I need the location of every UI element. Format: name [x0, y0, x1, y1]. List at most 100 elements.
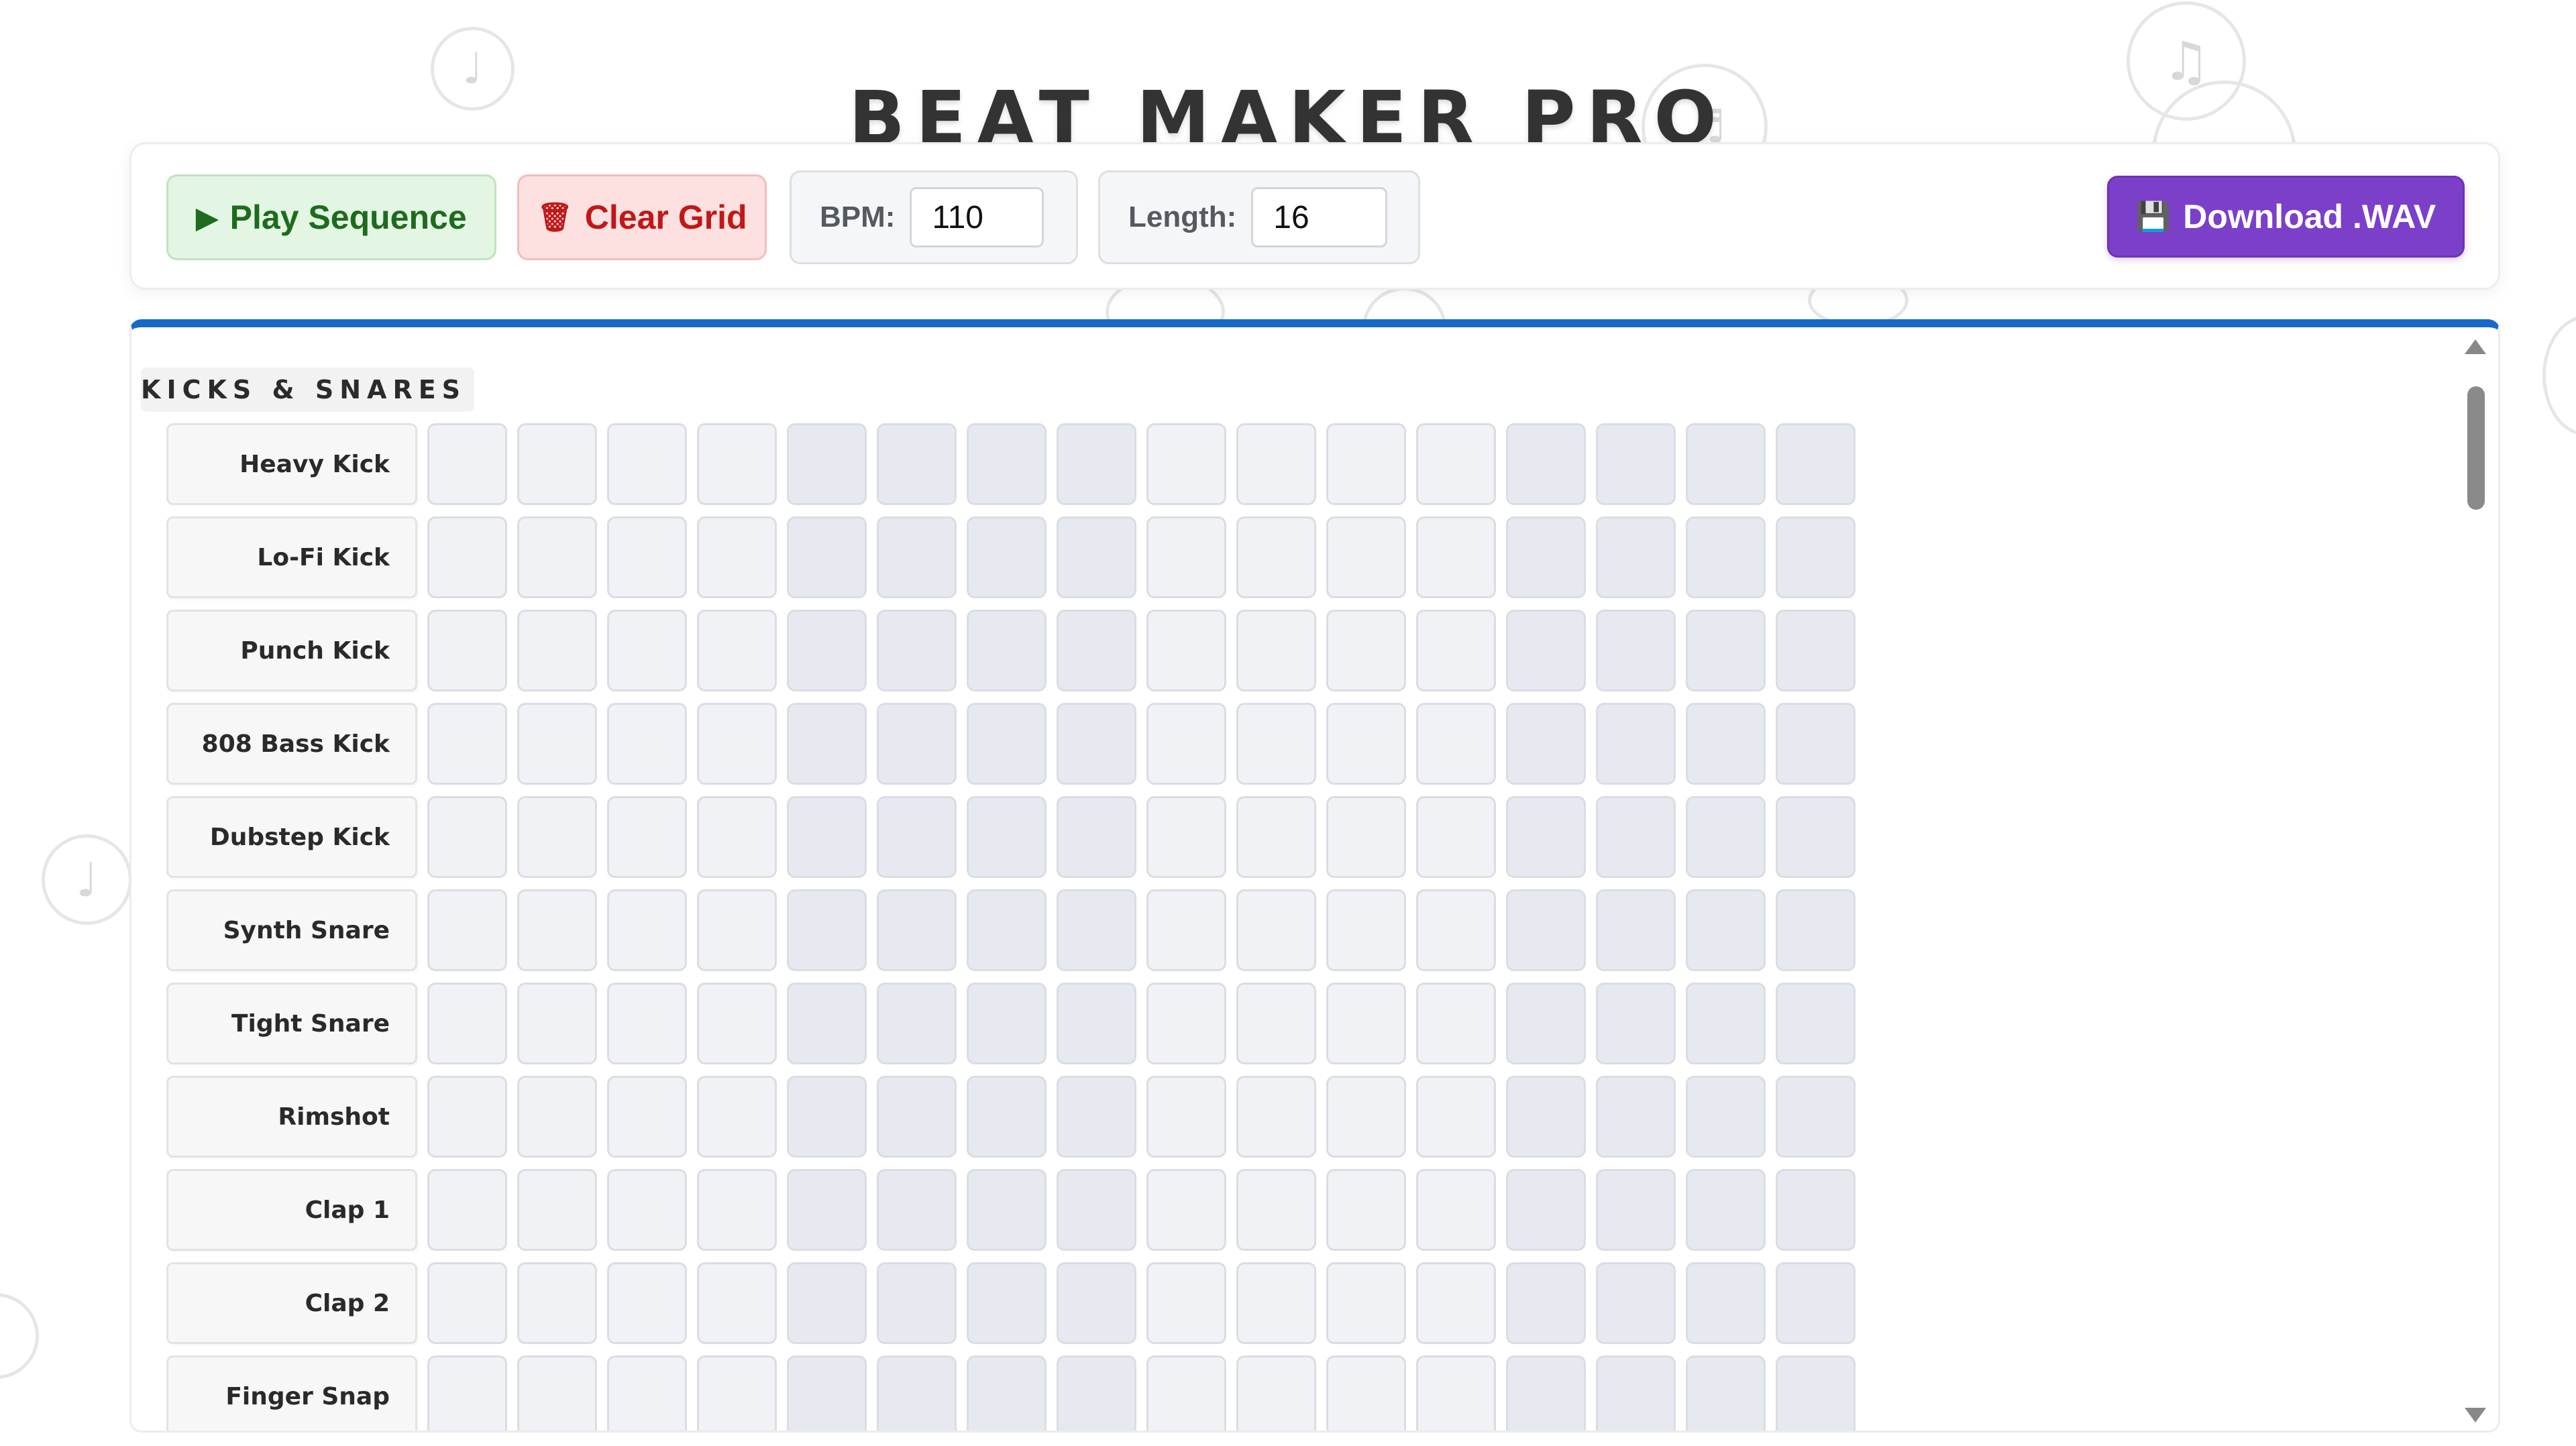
step-cell[interactable]: [697, 1355, 777, 1431]
step-cell[interactable]: [697, 703, 777, 785]
step-cell[interactable]: [787, 983, 867, 1064]
step-cell[interactable]: [607, 610, 687, 691]
step-cell[interactable]: [1146, 796, 1226, 878]
step-cell[interactable]: [1416, 1262, 1496, 1344]
step-cell[interactable]: [427, 1076, 507, 1158]
step-cell[interactable]: [787, 703, 867, 785]
scroll-thumb[interactable]: [2467, 386, 2485, 510]
step-cell[interactable]: [1326, 423, 1406, 505]
step-cell[interactable]: [607, 1262, 687, 1344]
step-cell[interactable]: [517, 796, 597, 878]
step-cell[interactable]: [1596, 796, 1676, 878]
step-cell[interactable]: [967, 796, 1046, 878]
step-cell[interactable]: [1326, 796, 1406, 878]
step-cell[interactable]: [1146, 1076, 1226, 1158]
step-cell[interactable]: [1506, 423, 1586, 505]
step-cell[interactable]: [1057, 1076, 1136, 1158]
step-cell[interactable]: [517, 983, 597, 1064]
step-cell[interactable]: [877, 1076, 957, 1158]
step-cell[interactable]: [697, 423, 777, 505]
step-cell[interactable]: [967, 1076, 1046, 1158]
step-cell[interactable]: [877, 516, 957, 598]
step-cell[interactable]: [877, 889, 957, 971]
track-label[interactable]: Lo-Fi Kick: [166, 516, 417, 598]
step-cell[interactable]: [607, 1076, 687, 1158]
step-cell[interactable]: [1416, 423, 1496, 505]
step-cell[interactable]: [1146, 516, 1226, 598]
step-cell[interactable]: [1506, 1262, 1586, 1344]
track-label[interactable]: Punch Kick: [166, 610, 417, 691]
step-cell[interactable]: [517, 423, 597, 505]
step-cell[interactable]: [877, 1169, 957, 1251]
step-cell[interactable]: [1596, 516, 1676, 598]
step-cell[interactable]: [607, 516, 687, 598]
step-cell[interactable]: [1416, 1169, 1496, 1251]
step-cell[interactable]: [1506, 703, 1586, 785]
step-cell[interactable]: [1596, 1076, 1676, 1158]
step-cell[interactable]: [1506, 516, 1586, 598]
step-cell[interactable]: [1776, 423, 1856, 505]
step-cell[interactable]: [607, 423, 687, 505]
step-cell[interactable]: [1236, 1355, 1316, 1431]
step-cell[interactable]: [1596, 1355, 1676, 1431]
step-cell[interactable]: [967, 423, 1046, 505]
step-cell[interactable]: [1326, 610, 1406, 691]
step-cell[interactable]: [1686, 1169, 1766, 1251]
step-cell[interactable]: [1776, 983, 1856, 1064]
step-cell[interactable]: [1776, 796, 1856, 878]
step-cell[interactable]: [697, 1169, 777, 1251]
step-cell[interactable]: [1506, 889, 1586, 971]
step-cell[interactable]: [1146, 983, 1226, 1064]
step-cell[interactable]: [967, 703, 1046, 785]
step-cell[interactable]: [517, 1169, 597, 1251]
step-cell[interactable]: [877, 796, 957, 878]
step-cell[interactable]: [607, 1355, 687, 1431]
step-cell[interactable]: [787, 796, 867, 878]
step-cell[interactable]: [1236, 1169, 1316, 1251]
step-cell[interactable]: [1146, 610, 1226, 691]
step-cell[interactable]: [787, 1262, 867, 1344]
step-cell[interactable]: [427, 516, 507, 598]
download-wav-button[interactable]: 💾 Download .WAV: [2107, 176, 2465, 258]
step-cell[interactable]: [1146, 1355, 1226, 1431]
step-cell[interactable]: [877, 1355, 957, 1431]
step-cell[interactable]: [1236, 516, 1316, 598]
step-cell[interactable]: [1416, 610, 1496, 691]
step-cell[interactable]: [697, 983, 777, 1064]
bpm-input[interactable]: [910, 187, 1044, 247]
step-cell[interactable]: [1326, 983, 1406, 1064]
step-cell[interactable]: [1596, 610, 1676, 691]
step-cell[interactable]: [1416, 516, 1496, 598]
step-cell[interactable]: [1236, 889, 1316, 971]
step-cell[interactable]: [1146, 703, 1226, 785]
step-cell[interactable]: [1686, 516, 1766, 598]
step-cell[interactable]: [1326, 1355, 1406, 1431]
step-cell[interactable]: [1416, 1076, 1496, 1158]
step-cell[interactable]: [1057, 983, 1136, 1064]
step-cell[interactable]: [1057, 796, 1136, 878]
step-cell[interactable]: [427, 1169, 507, 1251]
step-cell[interactable]: [1146, 1169, 1226, 1251]
step-cell[interactable]: [1686, 610, 1766, 691]
step-cell[interactable]: [1416, 1355, 1496, 1431]
step-cell[interactable]: [877, 703, 957, 785]
step-cell[interactable]: [877, 610, 957, 691]
step-cell[interactable]: [1776, 889, 1856, 971]
step-cell[interactable]: [1236, 1076, 1316, 1158]
track-label[interactable]: Clap 2: [166, 1262, 417, 1344]
step-cell[interactable]: [1596, 983, 1676, 1064]
clear-grid-button[interactable]: 🗑 Clear Grid: [517, 174, 767, 260]
step-cell[interactable]: [787, 1169, 867, 1251]
track-label[interactable]: Tight Snare: [166, 983, 417, 1064]
step-cell[interactable]: [517, 516, 597, 598]
step-cell[interactable]: [787, 423, 867, 505]
track-label[interactable]: 808 Bass Kick: [166, 703, 417, 785]
step-cell[interactable]: [1686, 703, 1766, 785]
step-cell[interactable]: [697, 1262, 777, 1344]
step-cell[interactable]: [967, 1355, 1046, 1431]
step-cell[interactable]: [427, 423, 507, 505]
step-cell[interactable]: [697, 889, 777, 971]
step-cell[interactable]: [1506, 1355, 1586, 1431]
step-cell[interactable]: [517, 1355, 597, 1431]
step-cell[interactable]: [1326, 703, 1406, 785]
